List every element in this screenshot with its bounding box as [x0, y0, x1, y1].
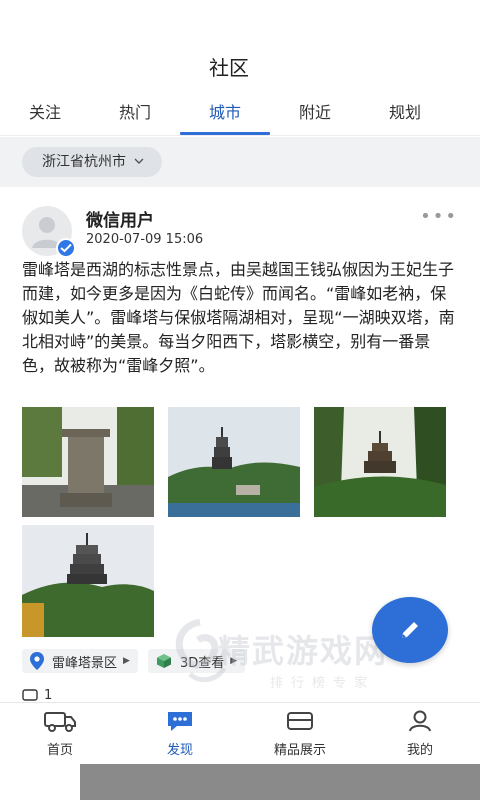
verified-badge-icon [56, 238, 76, 258]
app-header: 社区 [0, 0, 480, 96]
triangle-right-icon: ▶ [123, 656, 130, 666]
truck-icon [43, 709, 77, 733]
post-actions-partial: 1 [22, 688, 52, 703]
tab-following[interactable]: 关注 [0, 96, 90, 135]
stone-monument-photo[interactable] [22, 407, 154, 517]
nav-home-label: 首页 [46, 743, 73, 758]
post-timestamp: 2020-07-09 15:06 [86, 232, 204, 247]
action-count: 1 [44, 688, 53, 703]
tab-city[interactable]: 城市 [180, 96, 270, 135]
nav-showcase[interactable]: 精品展示 [240, 703, 360, 764]
chevron-down-icon [134, 147, 144, 177]
compose-button[interactable] [372, 597, 448, 663]
pagoda-forest-photo[interactable] [314, 407, 446, 517]
post-username[interactable]: 微信用户 [86, 206, 154, 231]
tab-bar: 关注 热门 城市 附近 规划 [0, 96, 480, 136]
city-selector[interactable]: 浙江省杭州市 [22, 147, 162, 177]
tab-hot[interactable]: 热门 [90, 96, 180, 135]
location-pin-icon [30, 652, 44, 670]
post-body: 雷峰塔是西湖的标志性景点，由吴越国王钱弘俶因为王妃生子而建，如今更多是因为《白蛇… [22, 260, 455, 375]
nav-profile[interactable]: 我的 [360, 703, 480, 764]
tab-nearby[interactable]: 附近 [270, 96, 360, 135]
filter-bar: 浙江省杭州市 [0, 137, 480, 187]
gallery-icon [285, 709, 315, 733]
bottom-navigation: 首页 发现 精品展示 我的 [0, 702, 480, 764]
nav-discover[interactable]: 发现 [120, 703, 240, 764]
page-title: 社区 [209, 56, 249, 80]
avatar[interactable] [22, 206, 76, 258]
user-icon [407, 709, 433, 733]
pagoda-lake-photo[interactable] [168, 407, 300, 517]
nav-profile-label: 我的 [406, 743, 433, 758]
location-tag-label: 雷峰塔景区 [52, 655, 118, 671]
chat-bubble-icon [165, 709, 195, 733]
city-label: 浙江省杭州市 [42, 154, 126, 170]
system-gesture-bar [80, 764, 480, 800]
comment-icon[interactable] [22, 688, 38, 703]
location-tag[interactable]: 雷峰塔景区 ▶ [22, 649, 138, 673]
nav-discover-label: 发现 [166, 743, 193, 758]
more-options-icon[interactable]: ••• [420, 206, 458, 227]
tab-planning[interactable]: 规划 [360, 96, 450, 135]
nav-showcase-label: 精品展示 [273, 743, 326, 758]
system-bar-left [0, 764, 80, 800]
nav-home[interactable]: 首页 [0, 703, 120, 764]
watermark-title: 精武游戏网 [218, 632, 389, 670]
pencil-icon [399, 619, 421, 641]
watermark-subtitle: 排行榜专家 [270, 676, 376, 691]
pagoda-hill-photo[interactable] [22, 525, 154, 637]
